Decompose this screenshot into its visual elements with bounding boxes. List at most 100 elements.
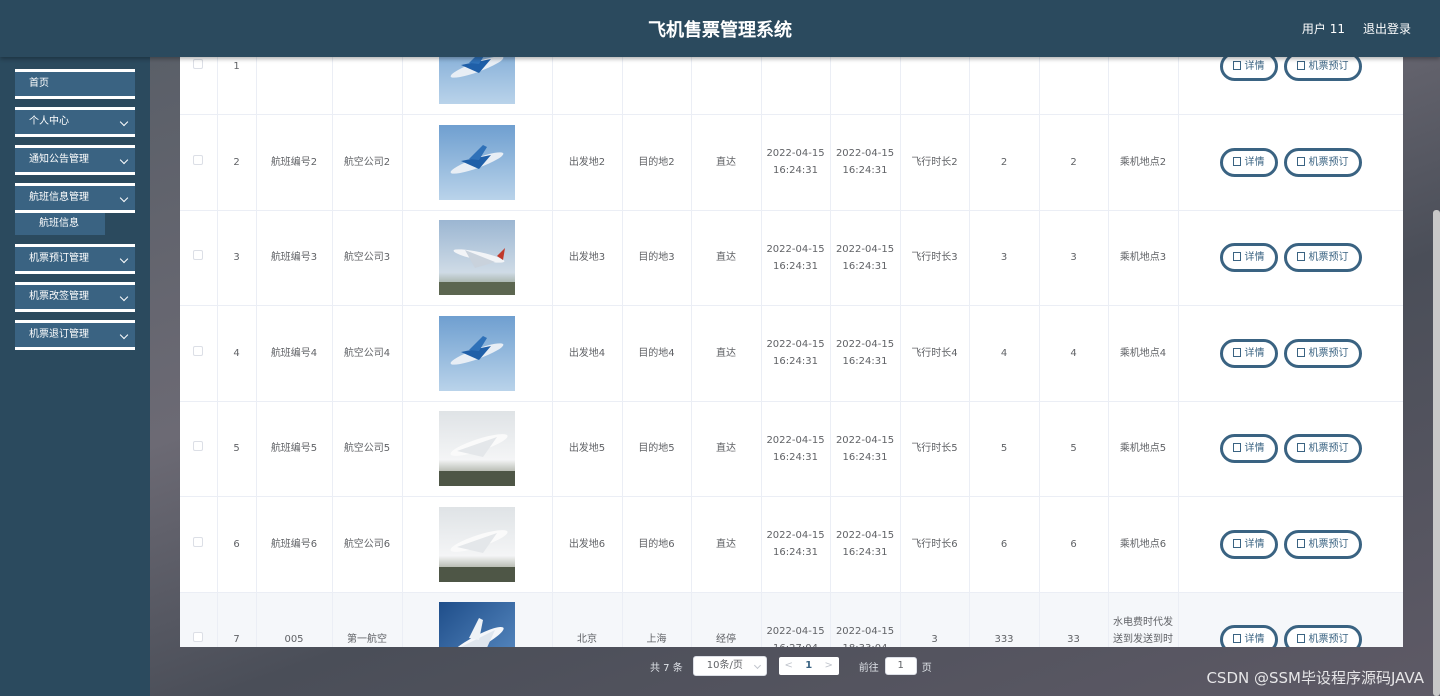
page-size-select[interactable]: 10条/页 (692, 656, 767, 676)
sidebar-item-label: 机票改签管理 (29, 291, 89, 302)
actions-cell: 详情 机票预订 (1178, 496, 1403, 593)
flight-photo (439, 602, 515, 647)
sidebar-item-personal-center[interactable]: 个人中心 (15, 107, 135, 137)
sidebar-item-home[interactable]: 首页 (15, 69, 135, 99)
airline: 航空公司4 (332, 305, 403, 402)
table-row: 5 航班编号5 航空公司5 出发地5 目的地5 直达 2022-04-15 16:24:31… (180, 401, 1403, 497)
next-page-button[interactable]: > (819, 657, 839, 675)
flight-number: 航班编号3 (256, 210, 333, 306)
row-checkbox[interactable] (193, 441, 204, 452)
route-type: 直达 (691, 210, 762, 306)
arrival-time: 2022-04-15 18:33:04 (830, 592, 901, 647)
book-ticket-button[interactable]: 机票预订 (1283, 147, 1362, 177)
boarding-location: 乘机地点5 (1108, 401, 1179, 497)
book-ticket-button[interactable]: 机票预订 (1283, 243, 1362, 273)
flight-photo (439, 220, 515, 296)
route-type: 直达 (691, 305, 762, 402)
table-row: 2 航班编号2 航空公司2 出发地2 目的地2 直达 2022-04-15 16:24:31… (180, 114, 1403, 211)
destination (622, 57, 692, 115)
departure-time: 2022-04-15 16:24:31 (761, 496, 831, 593)
select-cell (180, 305, 218, 402)
main-content: 1 详情 机票预订 2 航班编号2 航空公司2 出发地2 目的地2 直达 2022-04-15 1… (150, 57, 1440, 696)
book-label: 机票预订 (1308, 634, 1349, 646)
detail-label: 详情 (1244, 443, 1265, 455)
count-1: 3 (969, 210, 1040, 306)
row-checkbox[interactable] (193, 154, 204, 165)
detail-button[interactable]: 详情 (1219, 147, 1278, 177)
row-number: 3 (217, 210, 257, 306)
sidebar-item-booking[interactable]: 机票预订管理 (15, 244, 135, 274)
origin: 出发地2 (552, 114, 623, 211)
document-icon (1296, 61, 1305, 70)
row-checkbox[interactable] (193, 345, 204, 356)
document-icon (1232, 156, 1241, 166)
arrival-time: 2022-04-15 16:24:31 (830, 210, 901, 306)
flight-number: 005 (256, 592, 333, 647)
goto-page-input[interactable]: 1 (884, 657, 917, 675)
destination: 目的地5 (622, 401, 692, 497)
select-cell (180, 114, 218, 211)
sidebar-item-change[interactable]: 机票改签管理 (15, 282, 135, 312)
row-checkbox[interactable] (193, 536, 204, 547)
select-cell (180, 592, 218, 647)
arrival-time: 2022-04-15 16:24:31 (830, 114, 901, 211)
prev-page-button[interactable]: < (779, 657, 799, 675)
row-checkbox[interactable] (193, 632, 204, 643)
image-cell (402, 210, 553, 306)
flight-duration: 飞行时长4 (900, 305, 970, 402)
departure-time: 2022-04-15 16:24:31 (761, 401, 831, 497)
actions-cell: 详情 机票预订 (1178, 401, 1403, 497)
origin: 出发地5 (552, 401, 623, 497)
count-2: 6 (1039, 496, 1109, 593)
document-icon (1296, 252, 1305, 262)
current-user: 用户 11 (1301, 22, 1345, 36)
book-ticket-button[interactable]: 机票预订 (1283, 625, 1362, 647)
destination: 目的地6 (622, 496, 692, 593)
detail-button[interactable]: 详情 (1219, 243, 1278, 273)
image-cell (402, 401, 553, 497)
select-cell (180, 210, 218, 306)
flight-photo (439, 124, 515, 200)
boarding-location: 乘机地点3 (1108, 210, 1179, 306)
page-number-current[interactable]: 1 (799, 657, 819, 675)
detail-button[interactable]: 详情 (1219, 625, 1278, 647)
sidebar-item-label: 机票退订管理 (29, 329, 89, 340)
sidebar-item-flight-management[interactable]: 航班信息管理 (15, 183, 135, 213)
table-row: 4 航班编号4 航空公司4 出发地4 目的地4 直达 2022-04-15 16:24:31… (180, 305, 1403, 402)
origin (552, 57, 623, 115)
page-scrollbar[interactable] (1433, 210, 1440, 696)
logout-button[interactable]: 退出登录 (1363, 20, 1411, 37)
detail-button[interactable]: 详情 (1219, 57, 1278, 81)
airline: 航空公司5 (332, 401, 403, 497)
book-label: 机票预订 (1308, 252, 1349, 264)
document-icon (1296, 634, 1305, 644)
row-number: 2 (217, 114, 257, 211)
flight-duration: 飞行时长5 (900, 401, 970, 497)
arrival-time: 2022-04-15 16:24:31 (830, 496, 901, 593)
book-label: 机票预订 (1308, 443, 1349, 455)
detail-button[interactable]: 详情 (1219, 529, 1278, 559)
sidebar-subitem-flight-info[interactable]: 航班信息 (15, 213, 105, 235)
chevron-down-icon (119, 330, 129, 340)
book-ticket-button[interactable]: 机票预订 (1283, 434, 1362, 464)
chevron-down-icon (119, 292, 129, 302)
detail-button[interactable]: 详情 (1219, 338, 1278, 368)
row-checkbox[interactable] (193, 250, 204, 261)
document-icon (1232, 538, 1241, 548)
row-number: 1 (217, 57, 257, 115)
route-type: 经停 (691, 592, 762, 647)
actions-cell: 详情 机票预订 (1178, 114, 1403, 211)
row-number: 6 (217, 496, 257, 593)
book-ticket-button[interactable]: 机票预订 (1283, 529, 1362, 559)
arrival-time: 2022-04-15 16:24:31 (830, 305, 901, 402)
sidebar-item-notices[interactable]: 通知公告管理 (15, 145, 135, 175)
flight-photo (439, 57, 515, 104)
book-ticket-button[interactable]: 机票预订 (1283, 338, 1362, 368)
detail-button[interactable]: 详情 (1219, 434, 1278, 464)
count-1: 2 (969, 114, 1040, 211)
document-icon (1296, 443, 1305, 453)
goto-label: 前往 (858, 662, 879, 674)
row-checkbox[interactable] (193, 59, 204, 69)
sidebar-item-refund[interactable]: 机票退订管理 (15, 320, 135, 350)
book-ticket-button[interactable]: 机票预订 (1283, 57, 1362, 81)
